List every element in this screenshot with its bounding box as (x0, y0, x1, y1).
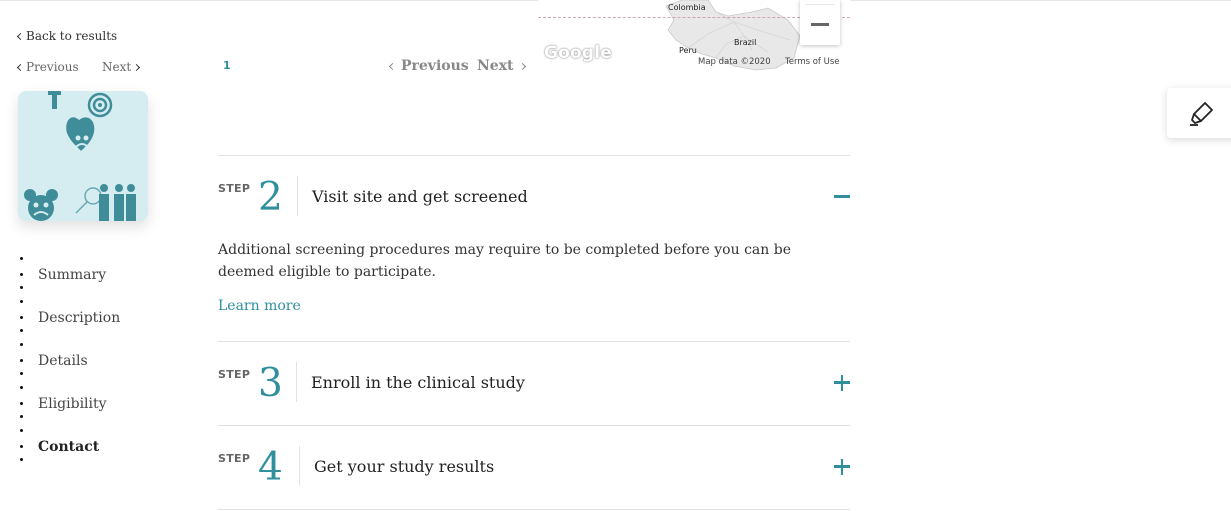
map-data-attribution: Map data ©2020 (698, 57, 771, 67)
sidebar-item-summary[interactable]: Summary (20, 253, 120, 296)
pagination-next-label: Next (477, 58, 514, 74)
chevron-right-icon (133, 63, 141, 72)
map-label-colombia: Colombia (668, 3, 706, 12)
step-2-description: Additional screening procedures may requ… (218, 242, 791, 280)
sidebar-item-label: Description (38, 309, 121, 326)
sidebar-item-contact[interactable]: Contact (20, 425, 120, 468)
expand-toggle-step-4[interactable] (832, 457, 852, 477)
study-illustration-card (18, 91, 148, 221)
step-2-number: 2 (258, 175, 283, 220)
minus-icon (834, 195, 850, 198)
nav-bullet-icon (20, 286, 23, 289)
current-page-number[interactable]: 1 (223, 59, 231, 72)
step-3-separator (296, 362, 297, 402)
step-4-title: Get your study results (314, 457, 495, 476)
study-illustration (24, 91, 136, 221)
sidebar-item-label: Contact (38, 438, 100, 455)
back-to-results-link[interactable]: Back to results (16, 29, 118, 43)
nav-bullet-icon (20, 257, 23, 260)
learn-more-link[interactable]: Learn more (218, 298, 301, 314)
nav-bullet-icon (20, 458, 23, 461)
nav-bullet-icon (20, 445, 23, 448)
sidebar-item-description[interactable]: Description (20, 296, 120, 339)
pagination-previous-link[interactable]: Previous (388, 58, 469, 74)
nav-bullet-icon (20, 372, 23, 375)
sidebar-item-label: Details (38, 352, 88, 369)
step-4-word: STEP (218, 452, 251, 465)
section-divider (218, 509, 850, 510)
step-4-separator (299, 446, 300, 486)
highlighter-tool-button[interactable] (1167, 88, 1231, 138)
step-2-separator (297, 176, 298, 216)
collapse-toggle-step-2[interactable] (832, 187, 852, 207)
map-zoom-out-button[interactable] (800, 0, 840, 45)
plus-icon (840, 458, 844, 475)
back-to-results-label: Back to results (26, 29, 118, 43)
chevron-left-icon (16, 32, 25, 41)
minus-icon (811, 23, 829, 26)
step-4-number: 4 (258, 445, 283, 490)
section-divider (218, 425, 850, 426)
map-terms-link[interactable]: Terms of Use (785, 57, 840, 67)
map-label-brazil: Brazil (734, 38, 757, 47)
chevron-left-icon (16, 63, 25, 72)
section-divider (218, 341, 850, 342)
expand-toggle-step-3[interactable] (832, 373, 852, 393)
sidebar-item-label: Summary (38, 266, 107, 283)
sidebar-item-eligibility[interactable]: Eligibility (20, 382, 120, 425)
step-2-title: Visit site and get screened (312, 187, 528, 206)
section-nav: Summary Description Details Eligibility Cont… (20, 253, 120, 468)
map-label-peru: Peru (679, 46, 697, 55)
sidebar-previous-link[interactable]: Previous (16, 60, 79, 74)
step-3-word: STEP (218, 368, 251, 381)
section-divider (218, 155, 850, 156)
chevron-left-icon (388, 62, 397, 71)
nav-bullet-icon (20, 329, 23, 332)
chevron-right-icon (518, 62, 526, 71)
step-3-number: 3 (258, 361, 283, 406)
nav-bullet-icon (20, 316, 23, 319)
sidebar-next-link[interactable]: Next (102, 60, 141, 74)
nav-bullet-icon (20, 402, 23, 405)
pagination-next-link[interactable]: Next (477, 58, 526, 74)
pagination-previous-label: Previous (401, 58, 469, 74)
google-logo: Google (544, 43, 613, 63)
nav-bullet-icon (20, 359, 23, 362)
sidebar-item-label: Eligibility (38, 395, 107, 412)
nav-bullet-icon (20, 386, 23, 389)
sidebar-previous-label: Previous (26, 60, 79, 74)
nav-bullet-icon (20, 429, 23, 432)
nav-bullet-icon (20, 343, 23, 346)
nav-bullet-icon (20, 300, 23, 303)
nav-bullet-icon (20, 415, 23, 418)
step-3-title: Enroll in the clinical study (311, 373, 525, 392)
highlighter-icon (1190, 102, 1213, 126)
nav-bullet-icon (20, 273, 23, 276)
sidebar-item-details[interactable]: Details (20, 339, 120, 382)
plus-icon (840, 374, 844, 391)
sidebar-next-label: Next (102, 60, 132, 74)
zoom-divider (806, 4, 834, 5)
step-2-word: STEP (218, 182, 251, 195)
